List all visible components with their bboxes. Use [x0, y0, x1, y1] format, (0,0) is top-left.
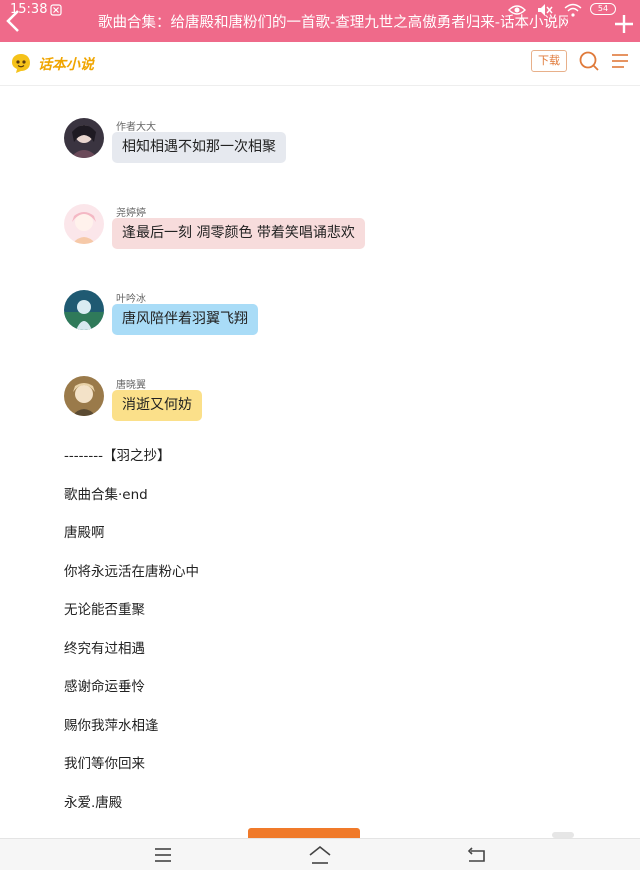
text-line: 无论能否重聚	[64, 602, 145, 618]
download-button[interactable]: 下载	[531, 50, 567, 72]
story-text: --------【羽之抄】 歌曲合集·end 唐殿啊 你将永远活在唐粉心中 无论…	[64, 444, 199, 829]
avatar[interactable]	[64, 204, 104, 244]
sender-name: 叶吟冰	[116, 294, 146, 305]
text-line: 赐你我萍水相逢	[64, 717, 159, 734]
wifi-icon	[564, 3, 582, 17]
message-bubble: 唐风陪伴着羽翼飞翔	[112, 304, 258, 335]
notification-icon	[50, 4, 62, 16]
back-icon[interactable]	[465, 845, 487, 865]
text-line: 感谢命运垂怜	[64, 679, 145, 695]
sender-name: 唐晓翼	[116, 380, 146, 391]
page-title: 歌曲合集：给唐殿和唐粉们的一首歌-查理九世之高傲勇者归来-话本小说网	[98, 15, 568, 31]
message-bubble: 逢最后一刻 凋零颜色 带着笑唱诵悲欢	[112, 218, 365, 249]
text-line: 终究有过相遇	[64, 640, 145, 657]
home-icon[interactable]	[308, 844, 332, 866]
system-nav-bar	[0, 838, 640, 870]
logo-mascot-icon	[12, 54, 30, 73]
text-line: 我们等你回来	[64, 756, 145, 772]
recent-apps-icon[interactable]	[153, 846, 173, 864]
sender-name: 作者大大	[116, 122, 156, 133]
search-icon[interactable]	[578, 50, 600, 72]
text-line: --------【羽之抄】	[64, 448, 171, 464]
message-bubble: 消逝又何妨	[112, 390, 202, 421]
status-time: 15:38	[10, 2, 48, 17]
site-header: 话本小说 下载	[0, 42, 640, 86]
mute-icon	[538, 4, 553, 16]
avatar[interactable]	[64, 118, 104, 158]
site-logo[interactable]: 话本小说	[10, 50, 100, 76]
text-line: 歌曲合集·end	[64, 486, 148, 503]
text-line: 唐殿啊	[64, 525, 105, 541]
eye-icon	[508, 5, 526, 15]
text-line: 你将永远活在唐粉心中	[64, 563, 199, 580]
story-content: 作者大大 相知相遇不如那一次相聚 尧婷婷 逢最后一刻 凋零颜色 带着笑唱诵悲欢 …	[0, 86, 640, 838]
avatar[interactable]	[64, 290, 104, 330]
next-chapter-button[interactable]	[248, 828, 360, 838]
browser-top-bar: 15:38 歌曲合集：给唐殿和唐粉们的一首歌-查理九世之高傲勇者归来-话本小说网…	[0, 0, 640, 42]
menu-icon[interactable]	[610, 51, 630, 71]
text-line: 永爱.唐殿	[64, 794, 123, 811]
sender-name: 尧婷婷	[116, 208, 146, 219]
message-bubble: 相知相遇不如那一次相聚	[112, 132, 286, 163]
plus-icon[interactable]	[612, 12, 636, 36]
logo-text: 话本小说	[38, 57, 94, 73]
avatar[interactable]	[64, 376, 104, 416]
